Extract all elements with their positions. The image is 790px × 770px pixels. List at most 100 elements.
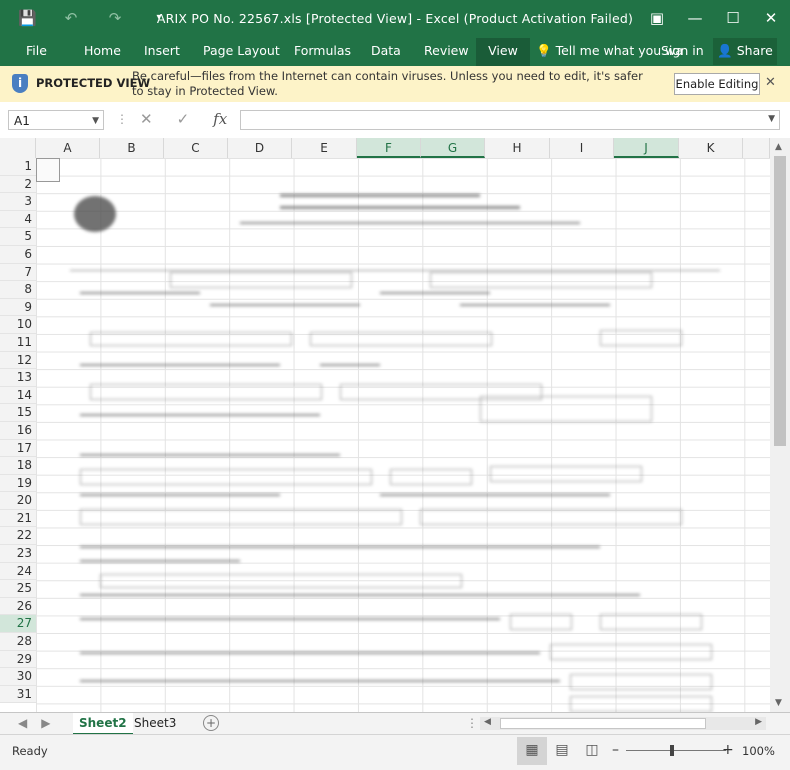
tab-view[interactable]: View (476, 38, 530, 66)
row-header[interactable]: 3 (0, 193, 36, 211)
vertical-scrollbar[interactable]: ▲ ▼ (770, 138, 790, 712)
name-box[interactable]: A1 ▼ (8, 110, 104, 130)
row-header[interactable]: 22 (0, 527, 36, 546)
tab-review[interactable]: Review (414, 38, 479, 66)
close-icon[interactable]: ✕ (752, 0, 790, 38)
tab-data[interactable]: Data (361, 38, 411, 66)
row-header[interactable]: 23 (0, 545, 36, 563)
sheet-tab-sheet2[interactable]: Sheet2 (73, 713, 133, 735)
row-header[interactable]: 5 (0, 228, 36, 246)
column-header[interactable]: H (485, 138, 550, 158)
sheet-nav-icon[interactable]: ◀▶ (18, 716, 64, 730)
tab-insert[interactable]: Insert (134, 38, 190, 66)
column-headers: A B C D E F G H I J K (0, 138, 770, 159)
embedded-document-image (40, 174, 740, 712)
close-icon[interactable]: ✕ (765, 75, 776, 90)
zoom-slider-knob[interactable] (670, 745, 674, 756)
seal-image (74, 196, 116, 232)
row-header[interactable]: 16 (0, 422, 36, 440)
select-all-corner[interactable] (0, 138, 36, 158)
scroll-down-icon[interactable]: ▼ (775, 698, 782, 708)
scroll-up-icon[interactable]: ▲ (775, 142, 782, 152)
row-header[interactable]: 25 (0, 580, 36, 598)
row-header[interactable]: 10 (0, 316, 36, 334)
row-header[interactable]: 12 (0, 352, 36, 370)
zoom-out-icon[interactable]: – (612, 742, 619, 758)
enter-icon[interactable]: ✓ (177, 110, 190, 128)
row-header[interactable]: 8 (0, 281, 36, 299)
normal-view-icon[interactable]: ▦ (517, 737, 547, 765)
scroll-right-icon[interactable]: ▶ (755, 717, 762, 727)
row-header[interactable]: 1 (0, 158, 36, 176)
tab-formulas[interactable]: Formulas (284, 38, 361, 66)
column-header[interactable]: B (100, 138, 164, 158)
column-header[interactable]: F (357, 138, 421, 158)
zoom-level[interactable]: 100% (742, 744, 775, 758)
chevron-down-icon[interactable]: ▼ (92, 111, 99, 131)
share-button[interactable]: 👤 Share (713, 38, 777, 65)
row-header[interactable]: 6 (0, 246, 36, 264)
person-icon: 👤 (717, 43, 733, 58)
horizontal-scrollbar[interactable]: ◀ ▶ (480, 717, 766, 730)
scrollbar-thumb[interactable] (774, 156, 786, 446)
row-header[interactable]: 2 (0, 176, 36, 194)
cancel-icon[interactable]: ✕ (140, 110, 153, 128)
minimize-icon[interactable]: — (676, 0, 714, 38)
column-header[interactable]: C (164, 138, 228, 158)
insert-function-icon[interactable]: fx (213, 110, 227, 128)
row-header[interactable]: 24 (0, 563, 36, 581)
sheet-tab-sheet3[interactable]: Sheet3 (128, 713, 182, 733)
embedded-object-handle[interactable] (36, 158, 60, 182)
column-header-partial (743, 138, 770, 158)
formula-input[interactable]: ▼ (240, 110, 780, 130)
tab-page-layout[interactable]: Page Layout (193, 38, 290, 66)
zoom-in-icon[interactable]: + (722, 742, 734, 758)
maximize-icon[interactable]: ☐ (714, 0, 752, 38)
more-icon[interactable]: ⋮ (466, 716, 478, 730)
lightbulb-icon: 💡 (536, 43, 552, 58)
row-header[interactable]: 28 (0, 633, 36, 651)
ribbon-display-icon[interactable]: ▣ (638, 0, 676, 38)
enable-editing-button[interactable]: Enable Editing (674, 73, 760, 95)
row-header[interactable]: 4 (0, 211, 36, 229)
row-header[interactable]: 11 (0, 334, 36, 352)
row-header[interactable]: 17 (0, 440, 36, 458)
page-layout-view-icon[interactable]: ▤ (547, 737, 577, 765)
sign-in-link[interactable]: Sign in (661, 43, 704, 58)
row-header[interactable]: 20 (0, 492, 36, 510)
worksheet-grid[interactable]: A B C D E F G H I J K 1 2 3 4 5 6 7 8 9 … (0, 138, 790, 712)
row-header[interactable]: 18 (0, 457, 36, 475)
row-header[interactable]: 14 (0, 387, 36, 405)
row-header[interactable]: 15 (0, 404, 36, 422)
row-header[interactable]: 19 (0, 475, 36, 493)
zoom-slider[interactable] (626, 750, 726, 751)
scrollbar-thumb[interactable] (500, 718, 706, 729)
share-label: Share (736, 43, 773, 58)
column-header[interactable]: I (550, 138, 614, 158)
column-header[interactable]: A (36, 138, 100, 158)
shield-icon: i (12, 74, 28, 93)
column-header[interactable]: K (679, 138, 743, 158)
column-header[interactable]: D (228, 138, 292, 158)
column-header[interactable]: G (421, 138, 485, 158)
row-header[interactable]: 13 (0, 369, 36, 387)
page-break-view-icon[interactable]: ◫ (577, 737, 607, 765)
chevron-down-icon[interactable]: ▼ (768, 114, 775, 124)
row-header[interactable]: 30 (0, 668, 36, 686)
view-buttons: ▦ ▤ ◫ (517, 737, 607, 765)
protected-view-message: Be careful—files from the Internet can c… (132, 69, 643, 98)
row-header[interactable]: 27 (0, 615, 36, 634)
tab-home[interactable]: Home (74, 38, 131, 66)
row-header[interactable]: 21 (0, 510, 36, 528)
column-header[interactable]: J (614, 138, 679, 158)
row-header[interactable]: 26 (0, 598, 36, 616)
row-header[interactable]: 29 (0, 651, 36, 669)
row-header[interactable]: 9 (0, 299, 36, 317)
row-header[interactable]: 31 (0, 686, 36, 704)
add-sheet-icon[interactable]: + (203, 715, 219, 731)
more-icon[interactable]: ⋮ (116, 112, 128, 126)
row-header[interactable]: 7 (0, 264, 36, 282)
tab-file[interactable]: File (16, 38, 57, 66)
column-header[interactable]: E (292, 138, 357, 158)
scroll-left-icon[interactable]: ◀ (484, 717, 491, 727)
